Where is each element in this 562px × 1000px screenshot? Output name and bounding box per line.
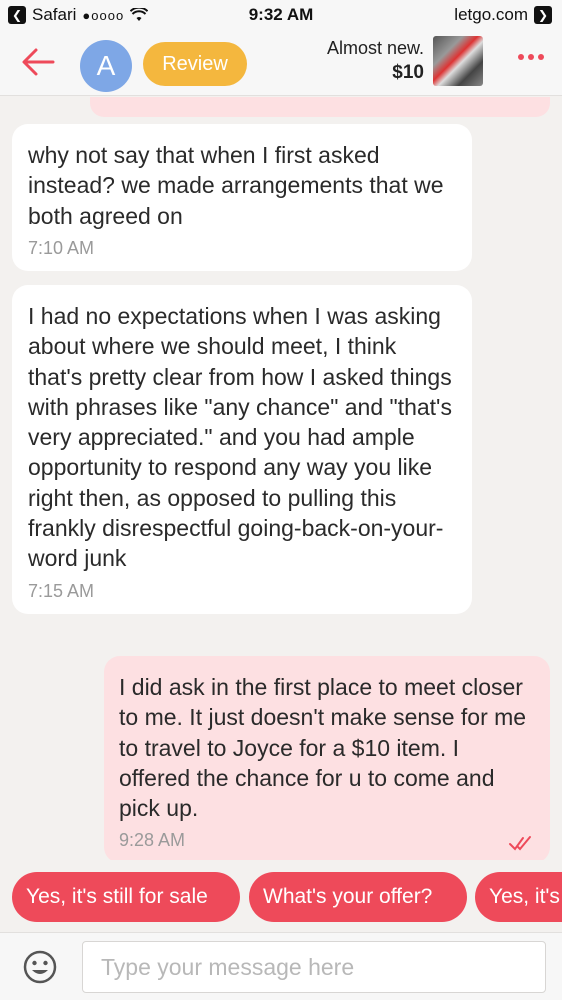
message-text: I did ask in the first place to meet clo… (119, 674, 527, 822)
carrier-label: Safari (32, 5, 77, 24)
message-input[interactable] (82, 941, 546, 993)
status-right[interactable]: letgo.com ❯ (454, 5, 552, 25)
status-bar: ❮ Safari ●oooo 9:32 AM letgo.com ❯ (0, 0, 562, 32)
product-title: Almost new. (326, 38, 424, 58)
more-dots-icon[interactable] (518, 54, 544, 60)
product-info[interactable]: Almost new. $10 (327, 38, 424, 84)
status-left: ❮ Safari ●oooo (8, 5, 149, 25)
signal-indicator: ●oooo (82, 7, 125, 23)
emoji-icon[interactable] (22, 949, 58, 985)
quick-reply-still-for-sale[interactable]: Yes, it's still for sale (12, 872, 240, 922)
double-check-icon (509, 836, 531, 852)
chat-header: A Review Almost new. $10 (0, 32, 562, 96)
quick-reply-whats-your-offer[interactable]: What's your offer? (249, 872, 467, 922)
status-time: 9:32 AM (248, 5, 314, 24)
message-bubble: why not say that when I first asked inst… (12, 124, 472, 271)
message-time: 7:15 AM (28, 580, 95, 601)
review-button[interactable]: Review (143, 42, 247, 86)
previous-message-bubble (90, 97, 550, 117)
back-arrow-icon[interactable] (20, 46, 56, 78)
message-bubble: I had no expectations when I was asking … (12, 285, 472, 614)
message-text: I had no expectations when I was asking … (28, 303, 452, 572)
message-input-bar (0, 932, 562, 1000)
product-thumbnail[interactable] (433, 36, 483, 86)
back-to-app-icon[interactable]: ❮ (8, 6, 26, 24)
message-text: why not say that when I first asked inst… (28, 142, 444, 229)
product-price: $10 (392, 62, 424, 83)
quick-reply-yes-its[interactable]: Yes, it's (475, 872, 562, 922)
message-time: 9:28 AM (119, 830, 186, 851)
message-time: 7:10 AM (28, 237, 95, 258)
forward-app-icon[interactable]: ❯ (534, 6, 552, 24)
avatar[interactable]: A (80, 40, 132, 92)
message-bubble-outgoing: I did ask in the first place to meet clo… (104, 656, 550, 860)
chat-thread[interactable]: why not say that when I first asked inst… (0, 97, 562, 860)
quick-replies: Yes, it's still for sale What's your off… (0, 872, 562, 924)
return-app-label[interactable]: letgo.com (454, 5, 528, 25)
wifi-icon (130, 8, 149, 21)
